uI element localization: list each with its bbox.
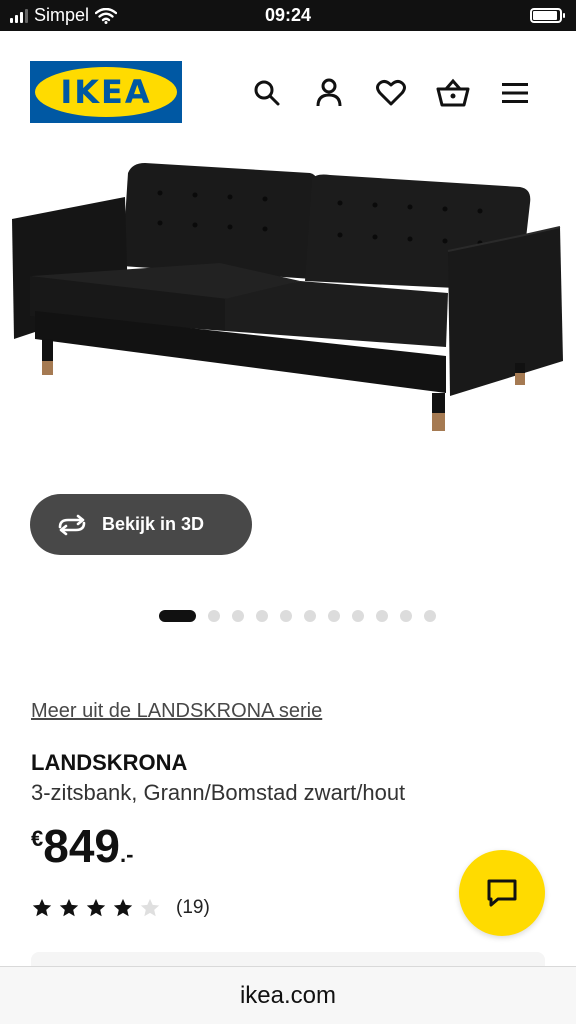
image-pager xyxy=(159,610,436,622)
search-icon[interactable] xyxy=(250,76,284,110)
series-link[interactable]: Meer uit de LANDSKRONA serie xyxy=(31,700,322,723)
header-actions xyxy=(250,76,532,110)
pager-dot[interactable] xyxy=(376,610,388,622)
pager-dot-active[interactable] xyxy=(159,610,196,622)
rating-count[interactable]: (19) xyxy=(176,897,210,919)
price-suffix: .- xyxy=(120,842,134,867)
product-name: LANDSKRONA xyxy=(31,750,188,775)
product-rating[interactable]: (19) xyxy=(31,897,210,919)
url-text: ikea.com xyxy=(239,982,337,1009)
pager-dot[interactable] xyxy=(304,610,316,622)
price-amount: 849 xyxy=(43,820,120,872)
star-filled-icon xyxy=(113,898,133,917)
chat-button[interactable] xyxy=(459,850,545,936)
logo-text: IKEA xyxy=(60,73,152,111)
price-currency: € xyxy=(31,826,44,851)
ikea-logo[interactable]: IKEA xyxy=(30,61,182,123)
menu-icon[interactable] xyxy=(498,76,532,110)
battery-level xyxy=(533,11,557,20)
star-filled-icon xyxy=(86,898,106,917)
view-3d-label: Bekijk in 3D xyxy=(102,514,205,534)
star-filled-icon xyxy=(59,898,79,917)
heart-icon[interactable] xyxy=(374,76,408,110)
chat-icon xyxy=(487,879,517,907)
pager-dot[interactable] xyxy=(352,610,364,622)
battery-icon xyxy=(530,8,565,23)
rotate-icon xyxy=(58,514,86,535)
pager-dot[interactable] xyxy=(400,610,412,622)
pager-dot[interactable] xyxy=(232,610,244,622)
pager-dot[interactable] xyxy=(208,610,220,622)
product-price: € 849 .- xyxy=(31,820,133,872)
status-bar: Simpel 09:24 xyxy=(0,0,576,31)
account-icon[interactable] xyxy=(312,76,346,110)
star-empty-icon xyxy=(140,898,160,917)
product-description: 3-zitsbank, Grann/Bomstad zwart/hout xyxy=(31,780,406,805)
status-time: 09:24 xyxy=(264,5,312,25)
pager-dot[interactable] xyxy=(256,610,268,622)
basket-icon[interactable] xyxy=(436,76,470,110)
star-filled-icon xyxy=(32,898,52,917)
site-header: IKEA xyxy=(0,31,576,151)
pager-dot[interactable] xyxy=(280,610,292,622)
pager-dot[interactable] xyxy=(424,610,436,622)
pager-dot[interactable] xyxy=(328,610,340,622)
product-image[interactable] xyxy=(0,151,576,511)
browser-url-bar[interactable]: ikea.com xyxy=(0,966,576,1024)
sofa-illustration xyxy=(12,163,563,431)
view-3d-button[interactable]: Bekijk in 3D xyxy=(30,494,252,555)
